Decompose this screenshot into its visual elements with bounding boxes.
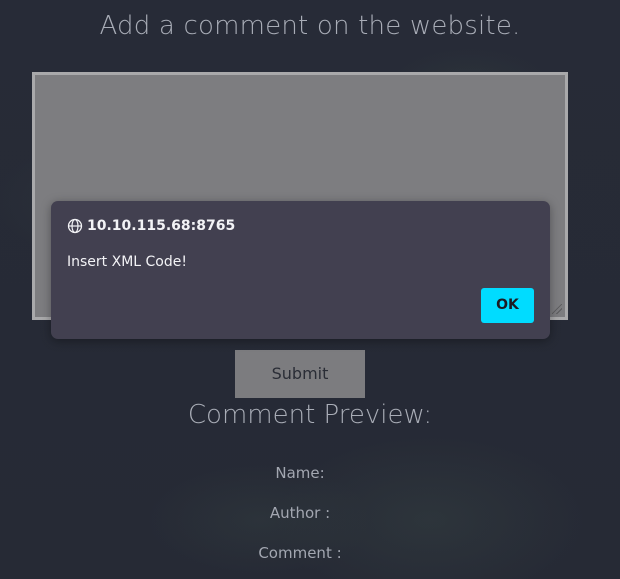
page-title: Add a comment on the website. [99, 11, 521, 41]
globe-icon [67, 218, 83, 234]
ok-button[interactable]: OK [481, 288, 534, 323]
preview-comment-label: Comment : [258, 544, 342, 562]
submit-button[interactable]: Submit [235, 350, 365, 398]
preview-name-label: Name: [275, 464, 325, 482]
alert-origin: 10.10.115.68:8765 [67, 217, 235, 235]
resize-handle-icon[interactable] [552, 304, 562, 314]
alert-origin-text: 10.10.115.68:8765 [87, 218, 236, 234]
alert-dialog: 10.10.115.68:8765 Insert XML Code! OK [51, 201, 550, 339]
alert-message: Insert XML Code! [67, 254, 187, 270]
comment-preview-heading: Comment Preview: [187, 400, 433, 430]
preview-author-label: Author : [269, 504, 331, 522]
